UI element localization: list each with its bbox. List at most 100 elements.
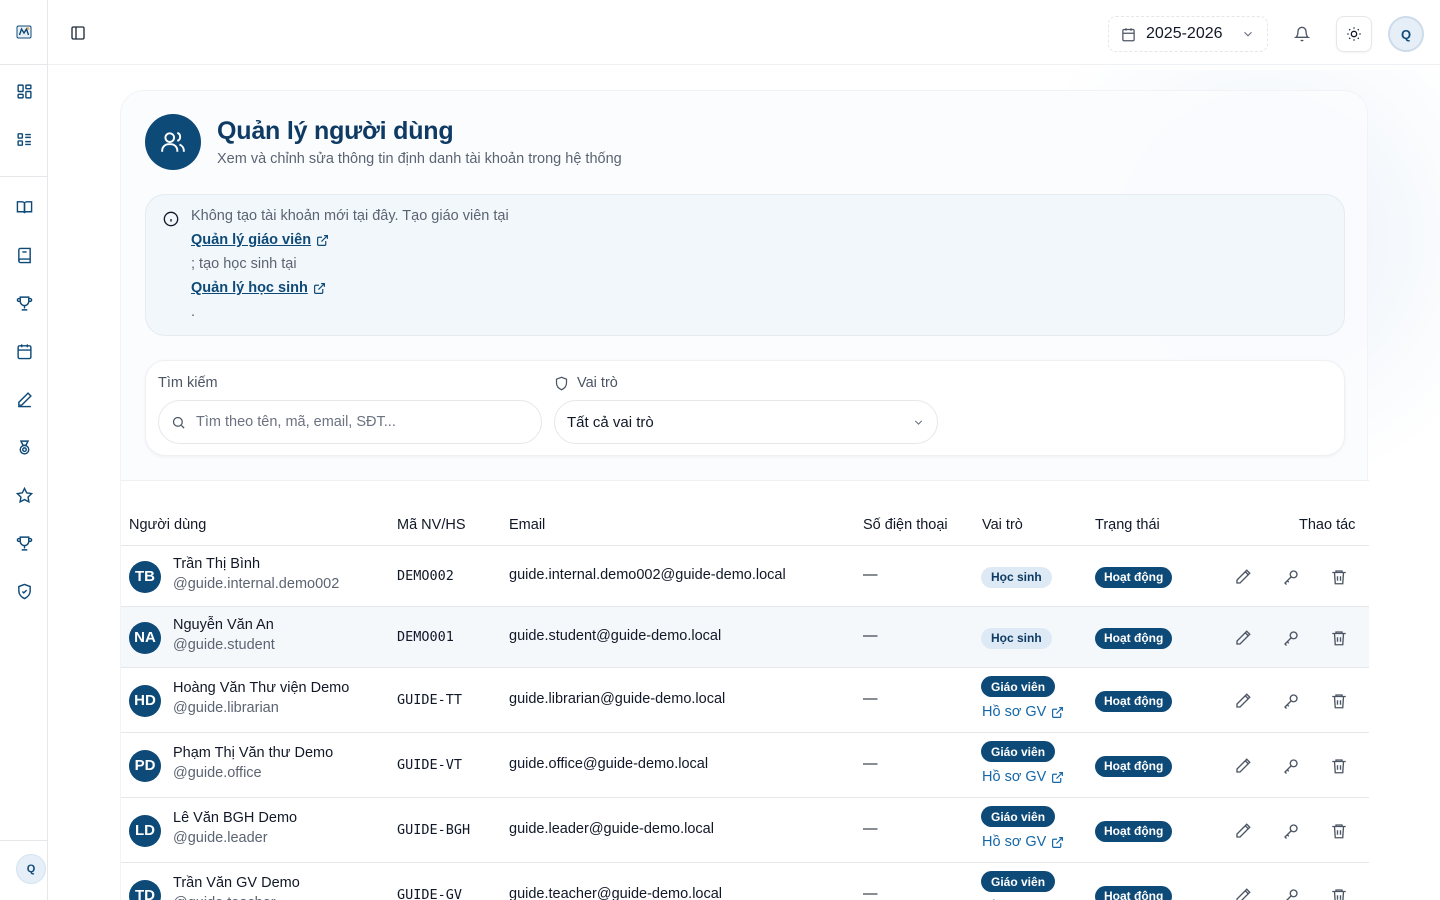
teacher-profile-link-label: Hồ sơ GV (982, 769, 1047, 785)
school-year-select[interactable]: 2025-2026 (1108, 16, 1268, 52)
medal-icon[interactable] (15, 438, 33, 456)
book-icon[interactable] (15, 246, 33, 264)
chevron-down-icon (912, 416, 925, 429)
trash-icon[interactable] (1330, 568, 1348, 586)
user-phone: — (863, 690, 878, 707)
notice-text: Không tạo tài khoản mới tại đây. Tạo giá… (191, 208, 509, 224)
table-row[interactable]: PD Phạm Thị Văn thư Demo @guide.office G… (121, 733, 1369, 798)
teacher-management-link[interactable]: Quản lý giáo viên (191, 232, 329, 248)
sun-icon (1346, 26, 1362, 42)
info-notice: Không tạo tài khoản mới tại đây. Tạo giá… (145, 194, 1345, 336)
star-icon[interactable] (15, 486, 33, 504)
pencil-icon[interactable] (15, 390, 33, 408)
edit-icon[interactable] (1234, 757, 1252, 775)
table-row[interactable]: HD Hoàng Văn Thư viện Demo @guide.librar… (121, 668, 1369, 733)
trash-icon[interactable] (1330, 692, 1348, 710)
role-badge: Học sinh (981, 566, 1052, 588)
key-icon[interactable] (1282, 822, 1300, 840)
avatar: NA (129, 621, 161, 654)
table-row[interactable]: LD Lê Văn BGH Demo @guide.leader GUIDE-B… (121, 798, 1369, 863)
table-row[interactable]: TB Trần Thị Bình @guide.internal.demo002… (121, 546, 1369, 607)
edit-icon[interactable] (1234, 822, 1252, 840)
external-link-icon (316, 234, 329, 247)
user-code: GUIDE-GV (397, 886, 463, 900)
theme-toggle-button[interactable] (1336, 16, 1372, 52)
book-open-icon[interactable] (15, 198, 33, 216)
user-phone: — (863, 755, 878, 772)
user-name: Trần Văn GV Demo (173, 874, 300, 891)
teacher-profile-link-label: Hồ sơ GV (982, 704, 1047, 720)
external-link-icon (1051, 771, 1064, 784)
trash-icon[interactable] (1330, 757, 1348, 775)
avatar: HD (129, 684, 161, 717)
user-code: GUIDE-BGH (397, 821, 471, 838)
column-header-user[interactable]: Người dùng (129, 517, 206, 533)
role-badge: Giáo viên (981, 871, 1056, 892)
sidebar-divider (0, 176, 47, 177)
teacher-profile-link[interactable]: Hồ sơ GV (982, 704, 1064, 720)
search-icon (171, 415, 186, 430)
search-field[interactable] (158, 400, 542, 444)
layout-grid-icon[interactable] (15, 82, 33, 100)
trash-icon[interactable] (1330, 629, 1348, 647)
column-header-phone[interactable]: Số điện thoại (863, 517, 948, 533)
key-icon[interactable] (1282, 757, 1300, 775)
column-header-status[interactable]: Trạng thái (1095, 517, 1160, 533)
trophy-icon[interactable] (15, 294, 33, 312)
table-row[interactable]: TD Trần Văn GV Demo @guide.teacher GUIDE… (121, 863, 1369, 900)
column-header-actions: Thao tác (1299, 517, 1356, 533)
status-badge: Hoạt động (1095, 820, 1173, 842)
column-header-code[interactable]: Mã NV/HS (397, 517, 466, 533)
user-email: guide.internal.demo002@guide-demo.local (509, 566, 786, 583)
user-handle: @guide.internal.demo002 (173, 575, 340, 592)
role-select[interactable]: Tất cả vai trò (554, 400, 938, 444)
sidebar-toggle-icon[interactable] (70, 25, 86, 41)
user-email: guide.librarian@guide-demo.local (509, 690, 726, 707)
app-logo-icon[interactable] (16, 24, 32, 40)
edit-icon[interactable] (1234, 629, 1252, 647)
trophy-icon[interactable] (15, 534, 33, 552)
calendar-icon[interactable] (15, 342, 33, 360)
user-phone: — (863, 627, 878, 644)
key-icon[interactable] (1282, 629, 1300, 647)
role-select-value: Tất cả vai trò (567, 413, 654, 431)
teacher-profile-link[interactable]: Hồ sơ GV (982, 769, 1064, 785)
column-header-role[interactable]: Vai trò (982, 517, 1023, 533)
edit-icon[interactable] (1234, 568, 1252, 586)
edit-icon[interactable] (1234, 887, 1252, 900)
trash-icon[interactable] (1330, 887, 1348, 900)
key-icon[interactable] (1282, 692, 1300, 710)
calendar-icon (1121, 27, 1136, 42)
key-icon[interactable] (1282, 887, 1300, 900)
sidebar-avatar[interactable]: Q (16, 854, 46, 884)
user-code: DEMO002 (397, 567, 454, 584)
user-handle: @guide.teacher (173, 895, 276, 900)
user-phone: — (863, 885, 878, 900)
user-handle: @guide.office (173, 764, 262, 781)
shield-check-icon[interactable] (15, 582, 33, 600)
teacher-profile-link-label: Hồ sơ GV (982, 834, 1047, 850)
trash-icon[interactable] (1330, 822, 1348, 840)
role-badge: Giáo viên (981, 741, 1056, 762)
sidebar-divider (0, 64, 47, 65)
role-badge: Học sinh (981, 627, 1052, 649)
list-icon[interactable] (15, 130, 33, 148)
user-avatar-button[interactable]: Q (1388, 16, 1424, 52)
filter-panel: Tìm kiếm Vai trò Tất cả vai trò (145, 360, 1345, 456)
teacher-profile-link[interactable]: Hồ sơ GV (982, 834, 1064, 850)
user-handle: @guide.student (173, 636, 275, 653)
school-year-value: 2025-2026 (1146, 25, 1223, 42)
external-link-icon (313, 282, 326, 295)
external-link-icon (1051, 836, 1064, 849)
notice-text: ; tạo học sinh tại (191, 256, 297, 272)
search-input[interactable] (196, 414, 526, 430)
table-row[interactable]: NA Nguyễn Văn An @guide.student DEMO001 … (121, 607, 1369, 668)
key-icon[interactable] (1282, 568, 1300, 586)
edit-icon[interactable] (1234, 692, 1252, 710)
external-link-icon (1051, 706, 1064, 719)
user-name: Nguyễn Văn An (173, 616, 274, 633)
student-management-link[interactable]: Quản lý học sinh (191, 280, 326, 296)
role-label: Vai trò (554, 375, 618, 391)
column-header-email[interactable]: Email (509, 517, 545, 533)
bell-icon[interactable] (1294, 26, 1310, 42)
